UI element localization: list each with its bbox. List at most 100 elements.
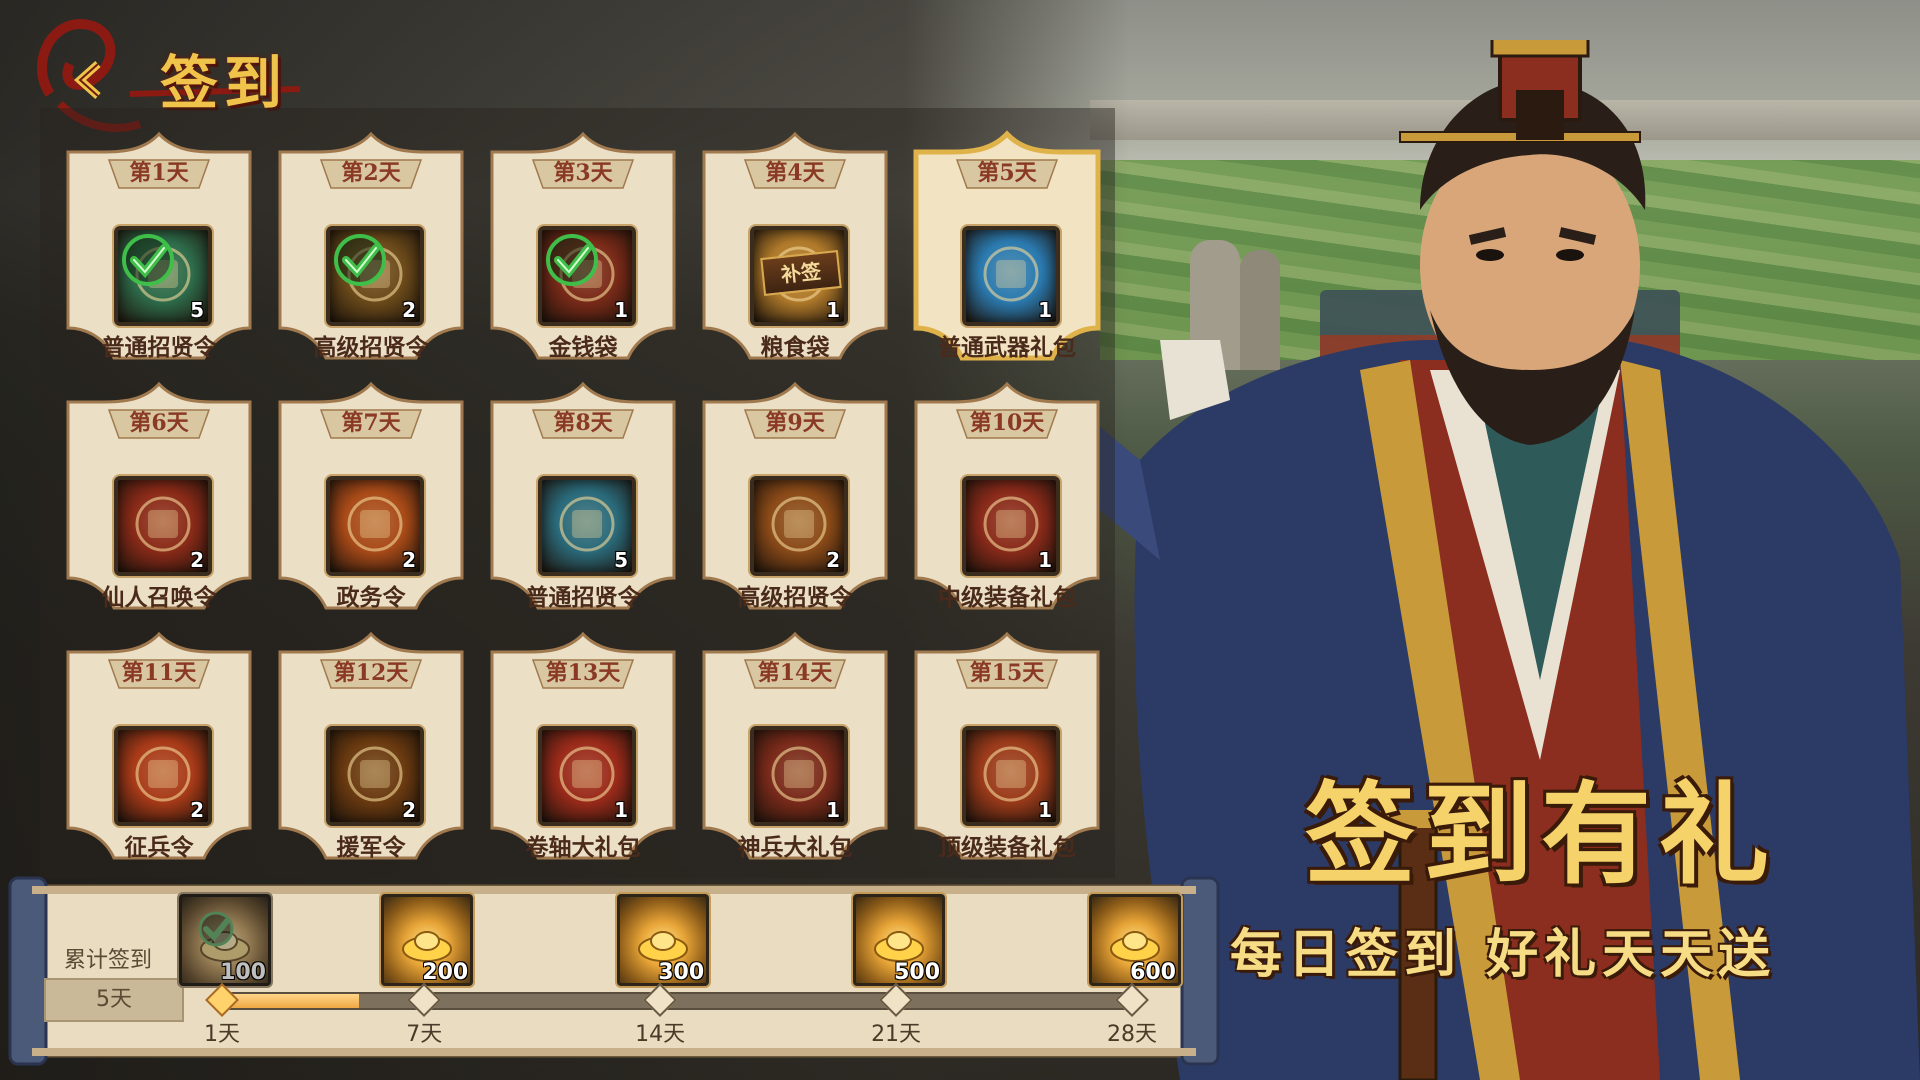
reward-amount: 100 xyxy=(220,960,266,985)
milestone-day-label: 28天 xyxy=(1107,1022,1157,1047)
conscription-token-icon: 2 xyxy=(114,726,212,826)
reward-card[interactable]: 第10天 1 中级装备礼包 xyxy=(912,380,1102,612)
gold-scroll-icon: 2 xyxy=(326,226,424,326)
reward-card[interactable]: 第5天 1 普通武器礼包 xyxy=(912,130,1102,362)
milestone-day-label: 21天 xyxy=(871,1022,922,1047)
item-name: 政务令 xyxy=(336,585,406,611)
day-label: 第9天 xyxy=(765,410,825,436)
calendar-grid: 第1天 5 普通招贤令 第2天 2 高级招贤令 第3天 1 金钱袋 第4天 1 … xyxy=(40,108,1115,878)
reward-amount: 600 xyxy=(1130,960,1176,985)
banner-subtitle: 每日签到 好礼天天送 xyxy=(1230,925,1777,985)
day-label: 第2天 xyxy=(341,160,401,186)
milestone-reward-chest[interactable]: 200 xyxy=(381,894,474,986)
day-label: 第4天 xyxy=(765,160,825,186)
item-name: 高级招贤令 xyxy=(313,335,429,361)
page-header: 签到 xyxy=(36,10,310,132)
reward-card[interactable]: 第7天 2 政务令 xyxy=(276,380,466,612)
item-quantity: 1 xyxy=(1038,298,1052,322)
day-label: 第12天 xyxy=(333,660,409,686)
item-name: 普通招贤令 xyxy=(525,585,641,611)
milestone-day-label: 14天 xyxy=(635,1022,686,1047)
item-name: 金钱袋 xyxy=(548,335,618,361)
makeup-sign-stamp[interactable]: 补签 xyxy=(760,250,842,296)
reward-card[interactable]: 第11天 2 征兵令 xyxy=(64,630,254,862)
item-quantity: 1 xyxy=(826,298,840,322)
day-label: 第10天 xyxy=(969,410,1045,436)
item-quantity: 2 xyxy=(826,548,840,572)
milestone-day-label: 7天 xyxy=(406,1022,443,1047)
item-name: 卷轴大礼包 xyxy=(525,835,641,861)
reward-amount: 500 xyxy=(894,960,941,985)
cumulative-count: 5天 xyxy=(44,978,184,1022)
day-label: 第6天 xyxy=(129,410,189,436)
grain-bag-icon: 1 补签 xyxy=(750,226,848,326)
back-button[interactable] xyxy=(68,58,112,102)
day-label: 第3天 xyxy=(553,160,613,186)
item-quantity: 1 xyxy=(826,798,840,822)
reward-card[interactable]: 第6天 2 仙人召唤令 xyxy=(64,380,254,612)
reward-amount: 200 xyxy=(422,960,469,985)
item-quantity: 5 xyxy=(190,298,204,322)
reward-card[interactable]: 第14天 1 神兵大礼包 xyxy=(700,630,890,862)
day-label: 第15天 xyxy=(969,660,1045,686)
checkmark-icon xyxy=(122,234,174,286)
equipment-chest-icon: 1 xyxy=(962,476,1060,576)
item-quantity: 1 xyxy=(1038,548,1052,572)
reward-card[interactable]: 第9天 2 高级招贤令 xyxy=(700,380,890,612)
reinforcement-token-icon: 2 xyxy=(326,726,424,826)
day-label: 第7天 xyxy=(341,410,401,436)
scroll-chest-icon: 1 xyxy=(538,726,636,826)
reward-card[interactable]: 第15天 1 顶级装备礼包 xyxy=(912,630,1102,862)
item-name: 普通武器礼包 xyxy=(938,335,1076,361)
reward-card[interactable]: 第3天 1 金钱袋 xyxy=(488,130,678,362)
day-label: 第5天 xyxy=(977,160,1037,186)
top-equipment-chest-icon: 1 xyxy=(962,726,1060,826)
item-quantity: 1 xyxy=(614,298,628,322)
day-label: 第1天 xyxy=(129,160,189,186)
day-label: 第11天 xyxy=(121,660,197,686)
gold-scroll-icon: 2 xyxy=(750,476,848,576)
reward-card[interactable]: 第12天 2 援军令 xyxy=(276,630,466,862)
milestone-reward-chest[interactable]: 600 xyxy=(1089,894,1181,986)
item-quantity: 5 xyxy=(614,548,628,572)
item-name: 援军令 xyxy=(336,835,406,861)
milestone-reward-chest[interactable]: 300 xyxy=(617,894,710,986)
item-quantity: 2 xyxy=(190,548,204,572)
progress-track xyxy=(222,992,1136,1010)
milestone-day-label: 1天 xyxy=(204,1022,240,1047)
immortal-token-icon: 2 xyxy=(114,476,212,576)
item-name: 征兵令 xyxy=(124,835,194,861)
divine-weapon-chest-icon: 1 xyxy=(750,726,848,826)
checkmark-icon xyxy=(198,911,234,947)
item-quantity: 2 xyxy=(402,548,416,572)
checkmark-icon xyxy=(334,234,386,286)
green-scroll-icon: 5 xyxy=(114,226,212,326)
item-quantity: 1 xyxy=(614,798,628,822)
weapon-gift-icon: 1 xyxy=(962,226,1060,326)
money-bag-icon: 1 xyxy=(538,226,636,326)
item-quantity: 2 xyxy=(402,798,416,822)
day-label: 第14天 xyxy=(757,660,833,686)
milestone-reward-chest[interactable]: 100 xyxy=(179,894,271,986)
reward-card[interactable]: 第4天 1 补签 粮食袋 xyxy=(700,130,890,362)
item-name: 粮食袋 xyxy=(760,335,830,361)
day-label: 第13天 xyxy=(545,660,621,686)
item-name: 普通招贤令 xyxy=(101,335,217,361)
reward-card[interactable]: 第2天 2 高级招贤令 xyxy=(276,130,466,362)
day-label: 第8天 xyxy=(553,410,613,436)
item-quantity: 2 xyxy=(402,298,416,322)
progress-fill xyxy=(224,994,359,1008)
scales-token-icon: 2 xyxy=(326,476,424,576)
reward-card[interactable]: 第1天 5 普通招贤令 xyxy=(64,130,254,362)
reward-card[interactable]: 第13天 1 卷轴大礼包 xyxy=(488,630,678,862)
banner-title: 签到有礼 xyxy=(1305,770,1777,899)
item-quantity: 2 xyxy=(190,798,204,822)
item-name: 高级招贤令 xyxy=(737,585,853,611)
chevron-left-icon xyxy=(73,61,101,99)
cumulative-label: 累计签到 xyxy=(64,948,153,973)
reward-card[interactable]: 第8天 5 普通招贤令 xyxy=(488,380,678,612)
item-name: 中级装备礼包 xyxy=(938,585,1076,611)
milestone-reward-chest[interactable]: 500 xyxy=(853,894,946,986)
blue-scroll-icon: 5 xyxy=(538,476,636,576)
item-name: 顶级装备礼包 xyxy=(938,835,1076,861)
